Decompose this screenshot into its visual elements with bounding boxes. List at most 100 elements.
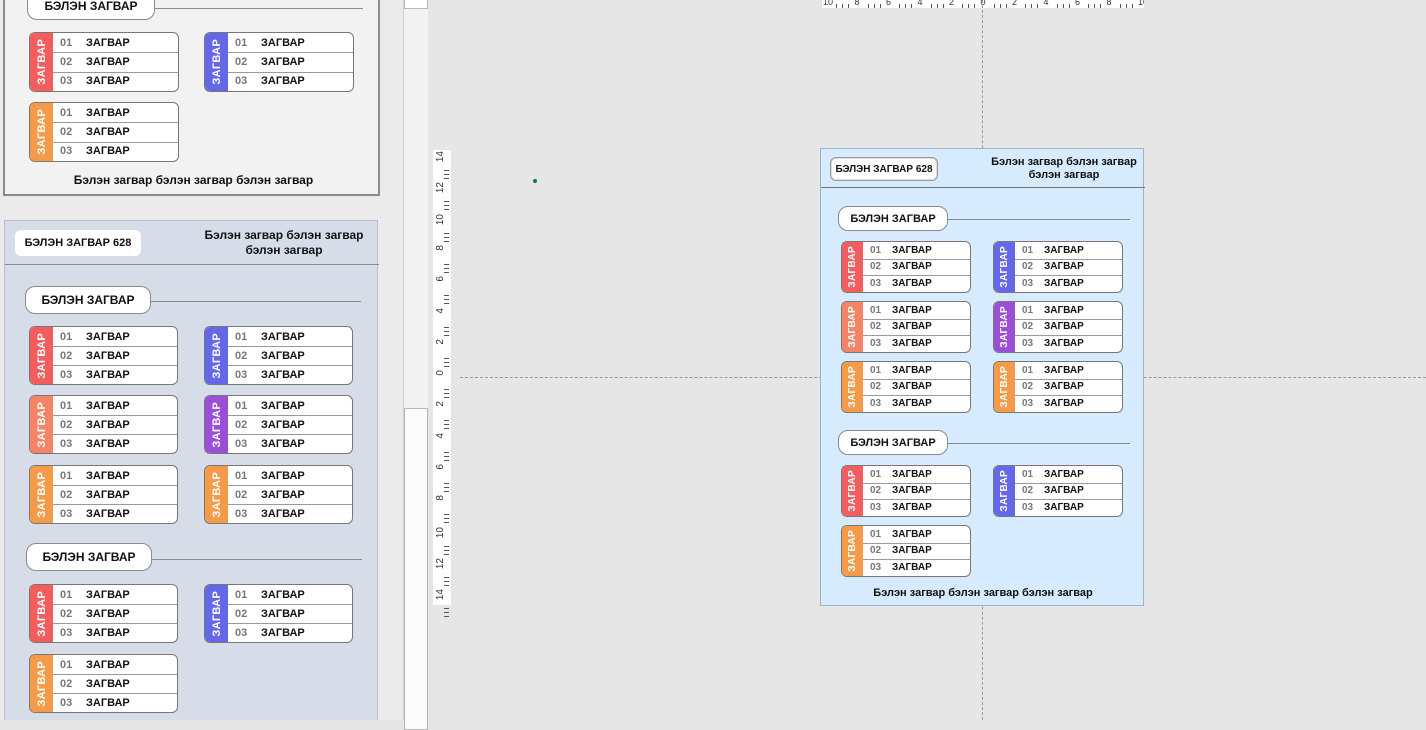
- item-card[interactable]: ЗАГВАР 01 ЗАГВАР 02 ЗАГВАР 03 ЗАГВАР: [204, 395, 353, 454]
- ruler-tick: [444, 483, 449, 484]
- ruler-tick: [867, 4, 869, 8]
- ruler-tick: [444, 361, 449, 363]
- item-row-label: ЗАГВАР: [86, 437, 130, 450]
- ruler-label: 6: [1075, 0, 1081, 7]
- item-row-number: 03: [870, 278, 882, 290]
- item-row: 01 ЗАГВАР: [1015, 242, 1122, 259]
- ruler-tick: [444, 584, 449, 586]
- item-row-label: ЗАГВАР: [86, 469, 130, 482]
- item-card-tab-label: ЗАГВАР: [35, 660, 48, 707]
- item-card[interactable]: ЗАГВАР 01 ЗАГВАР 02 ЗАГВАР 03 ЗАГВАР: [841, 301, 971, 353]
- item-card[interactable]: ЗАГВАР 01 ЗАГВАР 02 ЗАГВАР 03 ЗАГВАР: [29, 654, 178, 713]
- item-card[interactable]: ЗАГВАР 01 ЗАГВАР 02 ЗАГВАР 03 ЗАГВАР: [993, 301, 1123, 353]
- section-divider: [151, 301, 361, 302]
- item-row-label: ЗАГВАР: [261, 368, 305, 381]
- item-row-number: 03: [235, 626, 248, 639]
- item-row-number: 03: [60, 507, 73, 520]
- ruler-tick: [444, 236, 449, 238]
- item-card-tab: ЗАГВАР: [205, 585, 228, 642]
- ruler-label: 2: [435, 401, 446, 407]
- item-row-number: 02: [235, 418, 248, 431]
- ruler-tick: [1062, 4, 1064, 8]
- item-card[interactable]: ЗАГВАР 01 ЗАГВАР 02 ЗАГВАР 03 ЗАГВАР: [204, 584, 353, 643]
- item-card[interactable]: ЗАГВАР 01 ЗАГВАР 02 ЗАГВАР 03 ЗАГВАР: [29, 395, 178, 454]
- item-row-number: 01: [870, 244, 882, 256]
- item-card[interactable]: ЗАГВАР 01 ЗАГВАР 02 ЗАГВАР 03 ЗАГВАР: [841, 241, 971, 293]
- ruler-label: 4: [1043, 0, 1049, 7]
- item-card[interactable]: ЗАГВАР 01 ЗАГВАР 02 ЗАГВАР 03 ЗАГВАР: [29, 326, 178, 385]
- item-row-number: 02: [235, 607, 248, 620]
- item-row-number: 01: [870, 528, 882, 540]
- item-card[interactable]: ЗАГВАР 01 ЗАГВАР 02 ЗАГВАР 03 ЗАГВАР: [841, 525, 971, 577]
- item-card[interactable]: ЗАГВАР 01 ЗАГВАР 02 ЗАГВАР 03 ЗАГВАР: [993, 361, 1123, 413]
- item-row: 02 ЗАГВАР: [228, 604, 352, 623]
- item-row: 02 ЗАГВАР: [53, 346, 177, 365]
- item-card-tab: ЗАГВАР: [205, 327, 228, 384]
- item-row-label: ЗАГВАР: [1044, 398, 1084, 410]
- item-card-tab: ЗАГВАР: [30, 327, 53, 384]
- canvas-template-628[interactable]: БЭЛЭН ЗАГВАР 628 Бэлэн загвар бэлэн загв…: [820, 148, 1145, 606]
- item-row: 03 ЗАГВАР: [1015, 499, 1122, 516]
- item-card[interactable]: ЗАГВАР 01 ЗАГВАР 02 ЗАГВАР 03 ЗАГВАР: [29, 102, 179, 162]
- ruler-tick: [1037, 4, 1038, 8]
- item-row: 03 ЗАГВАР: [863, 395, 970, 412]
- item-row-label: ЗАГВАР: [892, 364, 932, 376]
- item-row-label: ЗАГВАР: [892, 278, 932, 290]
- item-card[interactable]: ЗАГВАР 01 ЗАГВАР 02 ЗАГВАР 03 ЗАГВАР: [29, 584, 178, 643]
- item-card[interactable]: ЗАГВАР 01 ЗАГВАР 02 ЗАГВАР 03 ЗАГВАР: [841, 361, 971, 413]
- item-row: 02 ЗАГВАР: [863, 319, 970, 336]
- item-row-number: 02: [60, 125, 73, 138]
- item-row-number: 01: [60, 588, 73, 601]
- ruler-label: 8: [435, 244, 446, 251]
- item-row-number: 03: [60, 437, 73, 450]
- ruler-tick: [993, 4, 995, 8]
- ruler-tick: [444, 205, 449, 207]
- item-row-number: 03: [60, 75, 73, 88]
- item-row: 01 ЗАГВАР: [53, 466, 177, 485]
- item-card[interactable]: ЗАГВАР 01 ЗАГВАР 02 ЗАГВАР 03 ЗАГВАР: [993, 241, 1123, 293]
- item-row-number: 02: [60, 55, 73, 68]
- item-row-number: 02: [60, 349, 73, 362]
- item-row-label: ЗАГВАР: [892, 381, 932, 393]
- ruler-tick: [444, 576, 449, 578]
- item-row-label: ЗАГВАР: [892, 562, 932, 574]
- section-divider: [948, 443, 1130, 444]
- item-row: 03 ЗАГВАР: [53, 623, 177, 642]
- template-footer-text: Бэлэн загвар бэлэн загвар бэлэн загвар: [73, 173, 314, 187]
- template-gallery-panel: БЭЛЭН ЗАГВАР Бэлэн загвар бэлэн загвар б…: [0, 0, 403, 720]
- item-card[interactable]: ЗАГВАР 01 ЗАГВАР 02 ЗАГВАР 03 ЗАГВАР: [993, 465, 1123, 517]
- ruler-tick: [444, 522, 449, 524]
- item-row: 03 ЗАГВАР: [863, 499, 970, 516]
- item-row: 02 ЗАГВАР: [863, 543, 970, 560]
- item-row-number: 02: [235, 349, 248, 362]
- item-card[interactable]: ЗАГВАР 01 ЗАГВАР 02 ЗАГВАР 03 ЗАГВАР: [29, 465, 178, 524]
- template-thumbnail-1[interactable]: БЭЛЭН ЗАГВАР Бэлэн загвар бэлэн загвар б…: [3, 0, 380, 196]
- item-card[interactable]: ЗАГВАР 01 ЗАГВАР 02 ЗАГВАР 03 ЗАГВАР: [204, 32, 354, 92]
- item-card[interactable]: ЗАГВАР 01 ЗАГВАР 02 ЗАГВАР 03 ЗАГВАР: [841, 465, 971, 517]
- ruler-tick: [444, 299, 449, 301]
- item-card[interactable]: ЗАГВАР 01 ЗАГВАР 02 ЗАГВАР 03 ЗАГВАР: [204, 326, 353, 385]
- item-card-tab: ЗАГВАР: [842, 242, 863, 292]
- item-row-number: 01: [235, 399, 248, 412]
- item-row-number: 03: [1022, 502, 1034, 514]
- template-thumbnail-628[interactable]: БЭЛЭН ЗАГВАР 628 Бэлэн загвар бэлэн загв…: [4, 220, 379, 720]
- item-row-number: 01: [60, 399, 73, 412]
- item-row-number: 02: [870, 485, 882, 497]
- item-card[interactable]: ЗАГВАР 01 ЗАГВАР 02 ЗАГВАР 03 ЗАГВАР: [29, 32, 179, 92]
- item-row-label: ЗАГВАР: [1044, 304, 1084, 316]
- scrollbar-thumb[interactable]: [404, 408, 428, 730]
- item-row: 03 ЗАГВАР: [53, 504, 177, 523]
- item-row-number: 02: [1022, 261, 1034, 273]
- ruler-tick: [444, 326, 449, 328]
- ruler-tick: [444, 263, 449, 265]
- ruler-tick: [444, 295, 449, 297]
- item-row-label: ЗАГВАР: [86, 507, 130, 520]
- item-card-tab: ЗАГВАР: [30, 33, 53, 91]
- ruler-tick: [444, 545, 449, 547]
- scrollbar-arrow[interactable]: [404, 0, 428, 9]
- item-card[interactable]: ЗАГВАР 01 ЗАГВАР 02 ЗАГВАР 03 ЗАГВАР: [204, 465, 353, 524]
- item-card-tab-label: ЗАГВАР: [999, 246, 1010, 288]
- item-card-tab: ЗАГВАР: [30, 655, 53, 712]
- item-row: 02 ЗАГВАР: [1015, 319, 1122, 336]
- panel-scrollbar[interactable]: [403, 0, 429, 730]
